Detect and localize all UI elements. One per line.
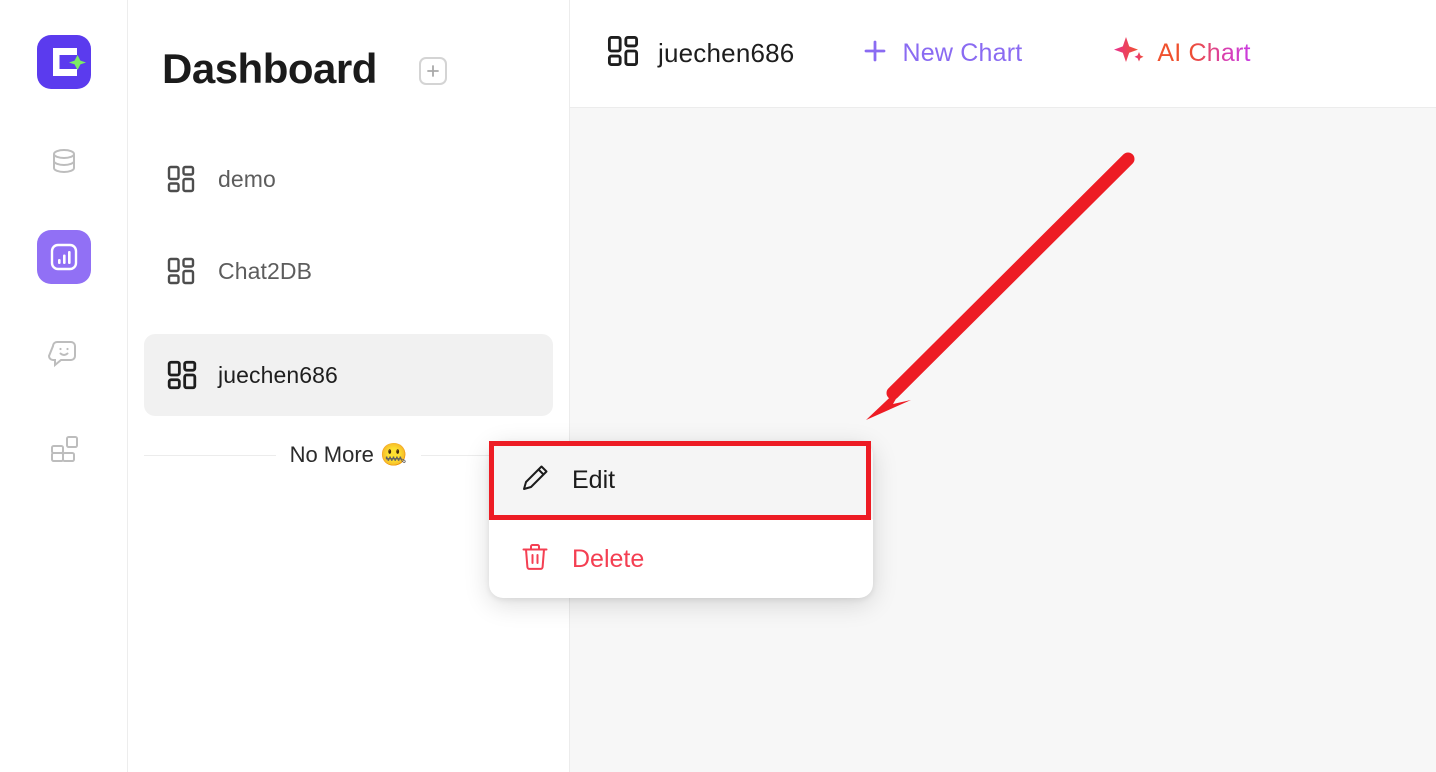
dashboard-grid-icon (606, 34, 640, 73)
dashboard-panel: Dashboard demo Chat2DB juechen686 No Mor… (128, 0, 570, 772)
app-root: Dashboard demo Chat2DB juechen686 No Mor… (0, 0, 1436, 772)
current-dashboard-title: juechen686 (658, 38, 795, 68)
list-item-label: juechen686 (218, 361, 338, 388)
list-item-label: demo (218, 165, 276, 192)
chat2db-logo-icon (52, 48, 86, 76)
sidebar-item-plugins[interactable] (37, 422, 91, 476)
context-menu-label: Edit (572, 465, 616, 494)
sidebar-item-database[interactable] (37, 134, 91, 188)
list-item-demo[interactable]: demo (144, 150, 553, 208)
chart-icon (50, 243, 77, 271)
pencil-icon (520, 463, 550, 498)
panel-header: Dashboard (128, 0, 569, 90)
plus-icon (862, 38, 888, 69)
plugins-icon (50, 436, 78, 462)
chat2db-logo[interactable] (36, 35, 91, 89)
main-area: juechen686 New Chart AI Chart (570, 0, 1436, 772)
context-menu-label: Delete (572, 544, 645, 573)
dashboard-grid-icon (166, 359, 200, 391)
ai-chart-button[interactable]: AI Chart (1114, 35, 1250, 72)
dashboard-grid-icon (166, 164, 200, 194)
divider-left (144, 454, 276, 456)
list-item-chat2db[interactable]: Chat2DB (144, 242, 553, 300)
trash-icon (520, 542, 550, 577)
sidebar-item-chat[interactable] (37, 326, 91, 380)
top-toolbar: juechen686 New Chart AI Chart (570, 0, 1436, 108)
chat-smiley-icon (47, 341, 76, 368)
dashboard-list: demo Chat2DB juechen686 (128, 150, 569, 416)
new-chart-label: New Chart (902, 39, 1023, 67)
list-item-label: Chat2DB (218, 257, 313, 284)
sparkle-icon (1114, 35, 1148, 72)
add-dashboard-button[interactable] (418, 57, 447, 85)
plus-icon (426, 65, 439, 77)
no-more-text: No More 🤐 (289, 442, 408, 467)
context-menu-item-delete[interactable]: Delete (489, 520, 873, 598)
ai-chart-label: AI Chart (1157, 39, 1251, 67)
sidebar-item-dashboard[interactable] (36, 230, 91, 284)
context-menu-item-edit[interactable]: Edit (489, 441, 873, 519)
dashboard-canvas (570, 108, 1436, 772)
dashboard-grid-icon (166, 256, 200, 286)
database-icon (52, 149, 75, 174)
page-title: Dashboard (162, 45, 377, 92)
context-menu: Edit Delete (489, 441, 873, 598)
list-item-juechen686[interactable]: juechen686 (144, 334, 553, 416)
left-icon-rail (0, 0, 128, 772)
new-chart-button[interactable]: New Chart (862, 38, 1022, 69)
